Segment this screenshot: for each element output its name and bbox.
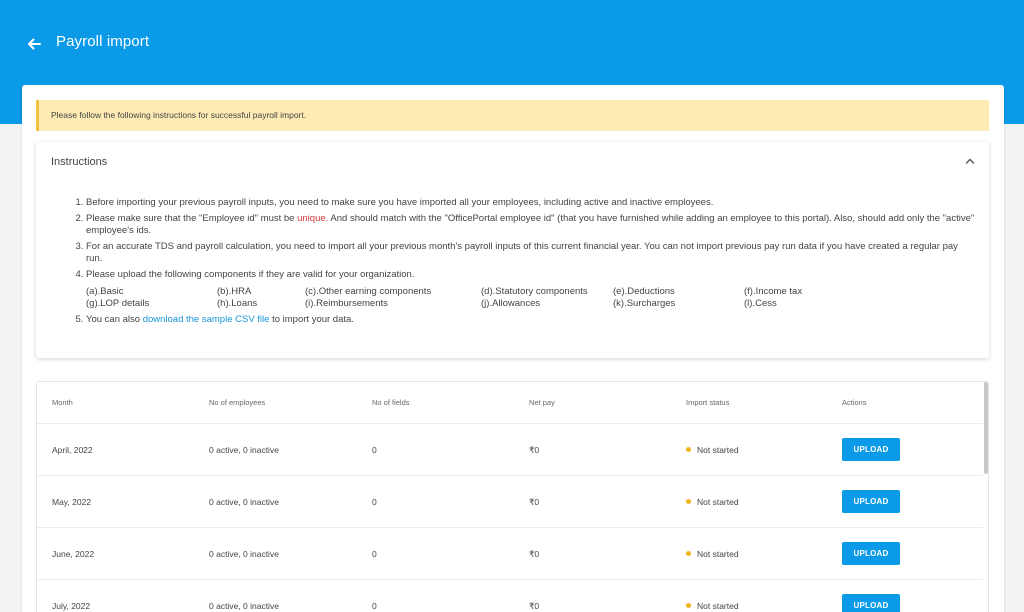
status-dot-icon — [686, 603, 691, 608]
component-label: (l).Cess — [744, 298, 777, 309]
instruction-item: You can also download the sample CSV fil… — [86, 314, 976, 326]
download-sample-csv-link[interactable]: download the sample CSV file — [143, 314, 270, 325]
cell-net-pay: ₹0 — [529, 601, 540, 611]
instruction-item: Please upload the following components i… — [86, 269, 976, 310]
instruction-item: Before importing your previous payroll i… — [86, 197, 976, 209]
cell-net-pay: ₹0 — [529, 549, 540, 559]
upload-button[interactable]: UPLOAD — [842, 594, 900, 612]
cell-fields: 0 — [372, 549, 377, 559]
upload-button[interactable]: UPLOAD — [842, 542, 900, 565]
cell-import-status: Not started — [686, 445, 739, 455]
instruction-item: For an accurate TDS and payroll calculat… — [86, 241, 976, 265]
column-header-import-status: Import status — [686, 398, 730, 407]
status-text: Not started — [697, 497, 739, 507]
column-header-employees: No of employees — [209, 398, 266, 407]
instruction-text: Please upload the following components i… — [86, 269, 415, 280]
table-row: April, 2022 0 active, 0 inactive 0 ₹0 No… — [37, 424, 983, 476]
cell-fields: 0 — [372, 497, 377, 507]
table-row: July, 2022 0 active, 0 inactive 0 ₹0 Not… — [37, 580, 983, 612]
main-panel: Please follow the following instructions… — [22, 85, 1004, 612]
page-title: Payroll import — [56, 33, 150, 50]
cell-employees: 0 active, 0 inactive — [209, 549, 279, 559]
status-dot-icon — [686, 551, 691, 556]
table-header-row: Month No of employees No of fields Net p… — [37, 382, 983, 424]
table-row: June, 2022 0 active, 0 inactive 0 ₹0 Not… — [37, 528, 983, 580]
cell-employees: 0 active, 0 inactive — [209, 601, 279, 611]
cell-employees: 0 active, 0 inactive — [209, 445, 279, 455]
instruction-text: Please make sure that the "Employee id" … — [86, 213, 298, 224]
cell-month: June, 2022 — [52, 549, 95, 559]
instruction-text: to import your data. — [269, 314, 354, 325]
component-label: (g).LOP details — [86, 298, 150, 309]
instruction-text: Before importing your previous payroll i… — [86, 197, 714, 208]
column-header-month: Month — [52, 398, 73, 407]
cell-employees: 0 active, 0 inactive — [209, 497, 279, 507]
upload-button[interactable]: UPLOAD — [842, 438, 900, 461]
cell-month: July, 2022 — [52, 601, 91, 611]
instructions-list: Before importing your previous payroll i… — [86, 197, 976, 330]
cell-import-status: Not started — [686, 601, 739, 611]
component-label: (i).Reimbursements — [305, 298, 388, 309]
component-label: (e).Deductions — [613, 286, 675, 297]
instruction-notice: Please follow the following instructions… — [36, 100, 989, 131]
back-arrow-icon[interactable] — [24, 34, 44, 54]
unique-highlight: unique. — [297, 213, 329, 224]
component-label: (h).Loans — [217, 298, 258, 309]
instructions-card: Instructions Before importing your previ… — [36, 142, 989, 358]
column-header-net-pay: Net pay — [529, 398, 555, 407]
payroll-table: Month No of employees No of fields Net p… — [36, 381, 989, 612]
column-header-fields: No of fields — [372, 398, 410, 407]
cell-fields: 0 — [372, 445, 377, 455]
component-label: (b).HRA — [217, 286, 252, 297]
cell-fields: 0 — [372, 601, 377, 611]
components-grid: (a).Basic (b).HRA (c).Other earning comp… — [86, 286, 976, 310]
component-label: (k).Surcharges — [613, 298, 676, 309]
upload-button[interactable]: UPLOAD — [842, 490, 900, 513]
cell-net-pay: ₹0 — [529, 497, 540, 507]
instruction-text: For an accurate TDS and payroll calculat… — [86, 241, 958, 264]
instruction-item: Please make sure that the "Employee id" … — [86, 213, 976, 237]
status-dot-icon — [686, 499, 691, 504]
status-dot-icon — [686, 447, 691, 452]
status-text: Not started — [697, 445, 739, 455]
instructions-title: Instructions — [51, 156, 108, 168]
component-label: (a).Basic — [86, 286, 124, 297]
cell-net-pay: ₹0 — [529, 445, 540, 455]
component-label: (j).Allowances — [481, 298, 541, 309]
table-row: May, 2022 0 active, 0 inactive 0 ₹0 Not … — [37, 476, 983, 528]
cell-month: April, 2022 — [52, 445, 93, 455]
table-scrollbar[interactable] — [984, 382, 988, 474]
component-label: (c).Other earning components — [305, 286, 432, 297]
component-label: (f).Income tax — [744, 286, 803, 297]
cell-import-status: Not started — [686, 549, 739, 559]
column-header-actions: Actions — [842, 398, 867, 407]
cell-month: May, 2022 — [52, 497, 92, 507]
cell-import-status: Not started — [686, 497, 739, 507]
chevron-up-icon[interactable] — [963, 154, 977, 168]
instruction-text: You can also — [86, 314, 143, 325]
status-text: Not started — [697, 601, 739, 611]
status-text: Not started — [697, 549, 739, 559]
component-label: (d).Statutory components — [481, 286, 588, 297]
